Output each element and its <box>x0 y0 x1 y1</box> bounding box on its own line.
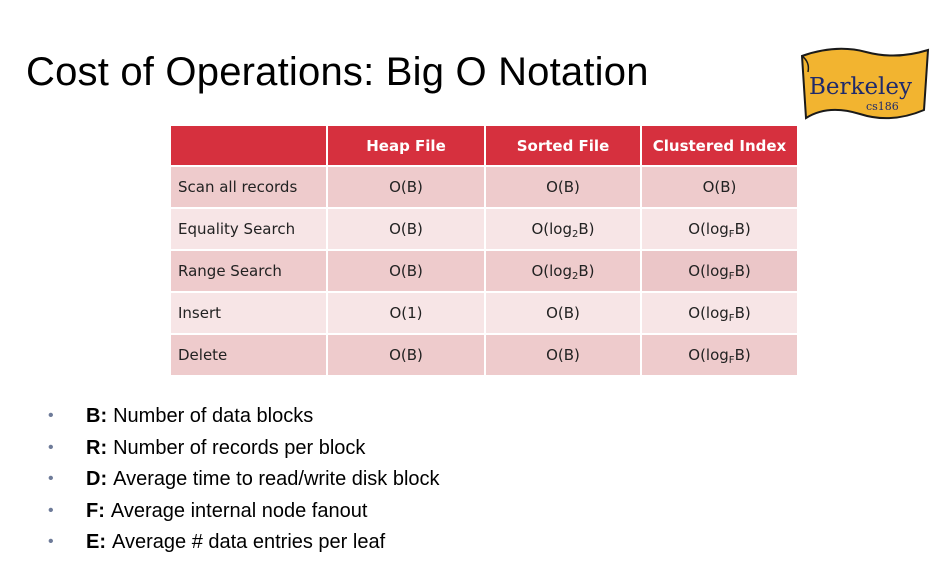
definition-term: B: <box>86 405 108 427</box>
definition-item: • D: Average time to read/write disk block <box>48 465 440 497</box>
table-cell: O(1) <box>327 291 486 334</box>
definition-item: • E: Average # data entries per leaf <box>48 528 440 560</box>
bullet-icon: • <box>48 501 54 519</box>
definitions-list: • B: Number of data blocks • R: Number of rec… <box>48 402 440 560</box>
row-label: Scan all records <box>171 165 328 208</box>
row-label: Insert <box>171 291 328 334</box>
definition-term: R: <box>86 436 108 459</box>
logo-subtext: cs186 <box>866 100 899 113</box>
table-cell: O(B) <box>485 165 642 208</box>
definition-description: Average internal node fanout <box>110 499 368 522</box>
definition-item: • F: Average internal node fanout <box>48 497 440 529</box>
logo-text: Berkeley <box>809 74 913 100</box>
cost-table: Heap File Sorted File Clustered Index Sc… <box>171 126 797 375</box>
table-row: Scan all records O(B) O(B) O(B) <box>171 165 797 208</box>
definition-item: • B: Number of data blocks <box>48 402 440 434</box>
row-label: Range Search <box>171 249 328 292</box>
bullet-icon: • <box>48 533 54 550</box>
table-cell: O(logFB) <box>641 207 797 250</box>
bullet-icon: • <box>48 470 54 487</box>
definition-description: Average time to read/write disk block <box>113 468 440 490</box>
table-cell: O(log2B) <box>485 249 642 292</box>
table-cell: O(B) <box>327 165 486 208</box>
table-row: Equality Search O(B) O(log2B) O(logFB) <box>171 207 797 250</box>
definition-description: Number of records per block <box>113 436 366 459</box>
table-row: Range Search O(B) O(log2B) O(logFB) <box>171 249 797 292</box>
table-cell: O(B) <box>641 165 797 208</box>
definition-term: F: <box>86 499 105 522</box>
definition-term: D: <box>86 468 108 490</box>
table-cell: O(B) <box>485 333 642 375</box>
table-row: Insert O(1) O(B) O(logFB) <box>171 291 797 334</box>
table-cell: O(B) <box>327 333 486 375</box>
bullet-icon: • <box>48 407 54 424</box>
header-heap-file: Heap File <box>327 126 486 166</box>
slide-title: Cost of Operations: Big O Notation <box>26 50 649 94</box>
definition-item: • R: Number of records per block <box>48 434 440 466</box>
header-clustered-index: Clustered Index <box>641 126 797 166</box>
table-cell: O(logFB) <box>641 291 797 334</box>
table-row: Delete O(B) O(B) O(logFB) <box>171 333 797 375</box>
row-label: Delete <box>171 333 328 375</box>
header-sorted-file: Sorted File <box>485 126 642 166</box>
table-cell: O(B) <box>327 207 486 250</box>
header-cell-blank <box>171 126 328 166</box>
table-cell: O(B) <box>485 291 642 334</box>
table-cell: O(logFB) <box>641 333 797 375</box>
table-header-row: Heap File Sorted File Clustered Index <box>171 126 797 166</box>
definition-term: E: <box>86 531 106 553</box>
table-cell: O(B) <box>327 249 486 292</box>
row-label: Equality Search <box>171 207 328 250</box>
bullet-icon: • <box>48 438 54 456</box>
table-cell: O(log2B) <box>485 207 642 250</box>
table-cell: O(logFB) <box>641 249 797 292</box>
definition-description: Number of data blocks <box>113 405 314 427</box>
definition-description: Average # data entries per leaf <box>112 531 386 553</box>
